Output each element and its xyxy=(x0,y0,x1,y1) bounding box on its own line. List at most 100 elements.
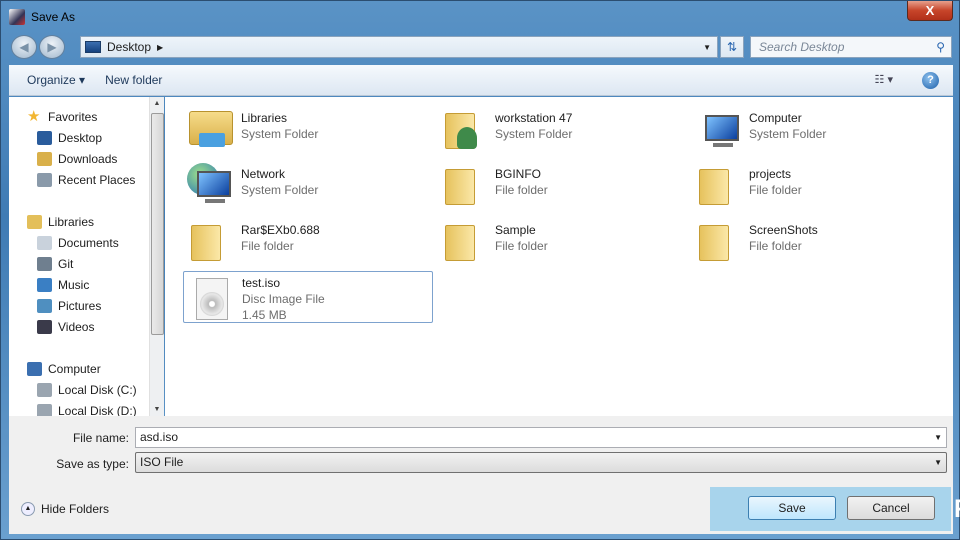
file-item[interactable]: Rar$EXb0.688 File folder xyxy=(183,213,433,265)
libraries-icon xyxy=(27,215,42,229)
folder-icon xyxy=(187,217,233,263)
save-as-type-value: ISO File xyxy=(140,455,184,469)
file-item[interactable]: test.iso Disc Image File 1.45 MB xyxy=(183,271,433,323)
nav-item-computer[interactable]: Computer xyxy=(27,359,101,379)
star-icon: ★ xyxy=(27,108,41,125)
nav-item-label: Git xyxy=(58,257,74,271)
computer-icon xyxy=(27,362,42,376)
toolbar: Organize ▾ New folder ☷ ▾ ? xyxy=(9,65,953,96)
nav-item-documents[interactable]: Documents xyxy=(37,233,119,253)
file-item[interactable]: Sample File folder xyxy=(437,213,687,265)
nav-item-music[interactable]: Music xyxy=(37,275,89,295)
nav-item-local-disk-d-[interactable]: Local Disk (D:) xyxy=(37,401,137,416)
git-icon xyxy=(37,257,52,271)
file-type: File folder xyxy=(241,239,294,253)
cancel-button[interactable]: Cancel xyxy=(847,496,935,520)
scroll-down-icon[interactable]: ▼ xyxy=(150,406,164,413)
file-item[interactable]: BGINFO File folder xyxy=(437,157,687,209)
nav-item-recent-places[interactable]: Recent Places xyxy=(37,170,135,190)
address-bar[interactable]: Desktop ▶ ▼ xyxy=(80,36,718,58)
nav-item-label: Documents xyxy=(58,236,119,250)
file-item[interactable]: Network System Folder xyxy=(183,157,433,209)
file-item[interactable]: Computer System Folder xyxy=(691,101,941,153)
search-icon[interactable]: ⚲ xyxy=(936,37,945,57)
file-name: workstation 47 xyxy=(495,111,573,125)
file-type: Disc Image File xyxy=(242,292,325,306)
pictures-icon xyxy=(37,299,52,313)
navigation-buttons: ◀ ▶ xyxy=(11,35,67,59)
organize-button[interactable]: Organize ▾ xyxy=(17,73,95,87)
downloads-icon xyxy=(37,152,52,166)
file-size: 1.45 MB xyxy=(242,308,287,322)
refresh-button[interactable]: ⇅ xyxy=(720,36,744,58)
title-bar: Save As xyxy=(9,7,75,27)
nav-item-label: Music xyxy=(58,278,90,292)
nav-item-label: Pictures xyxy=(58,299,102,313)
breadcrumb-desktop[interactable]: Desktop xyxy=(107,40,151,54)
nav-item-favorites[interactable]: ★ Favorites xyxy=(27,107,97,127)
help-button[interactable]: ? xyxy=(922,72,939,89)
videos-icon xyxy=(37,320,52,334)
computer-icon xyxy=(695,105,741,151)
nav-item-label: Videos xyxy=(58,320,95,334)
file-name: Sample xyxy=(495,223,536,237)
file-name: BGINFO xyxy=(495,167,542,181)
file-name: projects xyxy=(749,167,792,181)
file-item[interactable]: projects File folder xyxy=(691,157,941,209)
disc-image-icon xyxy=(188,276,234,322)
nav-item-label: Local Disk (D:) xyxy=(58,404,137,416)
file-name: Libraries xyxy=(241,111,288,125)
file-name-input[interactable]: asd.iso ▼ xyxy=(135,427,947,448)
documents-icon xyxy=(37,236,52,250)
file-name-dropdown-icon[interactable]: ▼ xyxy=(934,428,942,447)
folder-icon xyxy=(695,161,741,207)
save-button[interactable]: Save xyxy=(748,496,836,520)
save-as-type-select[interactable]: ISO File ▼ xyxy=(135,452,947,473)
scroll-thumb[interactable] xyxy=(151,113,164,335)
file-item[interactable]: Libraries System Folder xyxy=(183,101,433,153)
back-button[interactable]: ◀ xyxy=(11,35,37,59)
user-folder-icon xyxy=(441,105,487,151)
nav-item-pictures[interactable]: Pictures xyxy=(37,296,101,316)
file-type: System Folder xyxy=(241,183,319,197)
search-input[interactable]: Search Desktop ⚲ xyxy=(750,36,952,58)
change-view-button[interactable]: ☷ ▾ xyxy=(875,73,893,86)
file-type: File folder xyxy=(749,183,802,197)
address-dropdown-icon[interactable]: ▼ xyxy=(703,43,711,52)
nav-scrollbar[interactable]: ▲ ▼ xyxy=(149,97,164,416)
scroll-up-icon[interactable]: ▲ xyxy=(150,100,164,107)
type-dropdown-icon[interactable]: ▼ xyxy=(934,453,942,472)
breadcrumb-chevron-icon[interactable]: ▶ xyxy=(157,43,163,52)
window-title: Save As xyxy=(31,10,76,24)
file-name: ScreenShots xyxy=(749,223,818,237)
save-as-dialog: Save As X ◀ ▶ Desktop ▶ ▼ ⇅ Search Deskt… xyxy=(0,0,960,540)
hide-folders-label: Hide Folders xyxy=(41,502,110,516)
file-item[interactable]: workstation 47 System Folder xyxy=(437,101,687,153)
nav-item-label: Favorites xyxy=(48,110,98,124)
file-type: File folder xyxy=(495,239,548,253)
collapse-icon: ▲ xyxy=(21,502,35,516)
app-icon xyxy=(9,9,25,25)
nav-item-libraries[interactable]: Libraries xyxy=(27,212,94,232)
file-name: test.iso xyxy=(242,276,281,290)
save-as-type-label: Save as type: xyxy=(56,457,129,471)
nav-item-desktop[interactable]: Desktop xyxy=(37,128,102,148)
file-name-label: File name: xyxy=(72,431,129,445)
nav-item-videos[interactable]: Videos xyxy=(37,317,94,337)
file-name: Rar$EXb0.688 xyxy=(241,223,320,237)
save-form: File name: asd.iso ▼ Save as type: ISO F… xyxy=(9,416,953,534)
close-button[interactable]: X xyxy=(907,1,953,21)
hide-folders-button[interactable]: ▲ Hide Folders xyxy=(21,502,109,516)
file-item[interactable]: ScreenShots File folder xyxy=(691,213,941,265)
file-list: Libraries System Folder workstation 47 Syst… xyxy=(165,97,953,416)
nav-item-downloads[interactable]: Downloads xyxy=(37,149,117,169)
file-type: File folder xyxy=(495,183,548,197)
nav-item-git[interactable]: Git xyxy=(37,254,73,274)
nav-item-local-disk-c-[interactable]: Local Disk (C:) xyxy=(37,380,137,400)
forward-button[interactable]: ▶ xyxy=(39,35,65,59)
disk-icon xyxy=(37,404,52,416)
new-folder-button[interactable]: New folder xyxy=(95,73,172,87)
file-type: System Folder xyxy=(241,127,319,141)
folder-icon xyxy=(441,217,487,263)
nav-item-label: Local Disk (C:) xyxy=(58,383,137,397)
